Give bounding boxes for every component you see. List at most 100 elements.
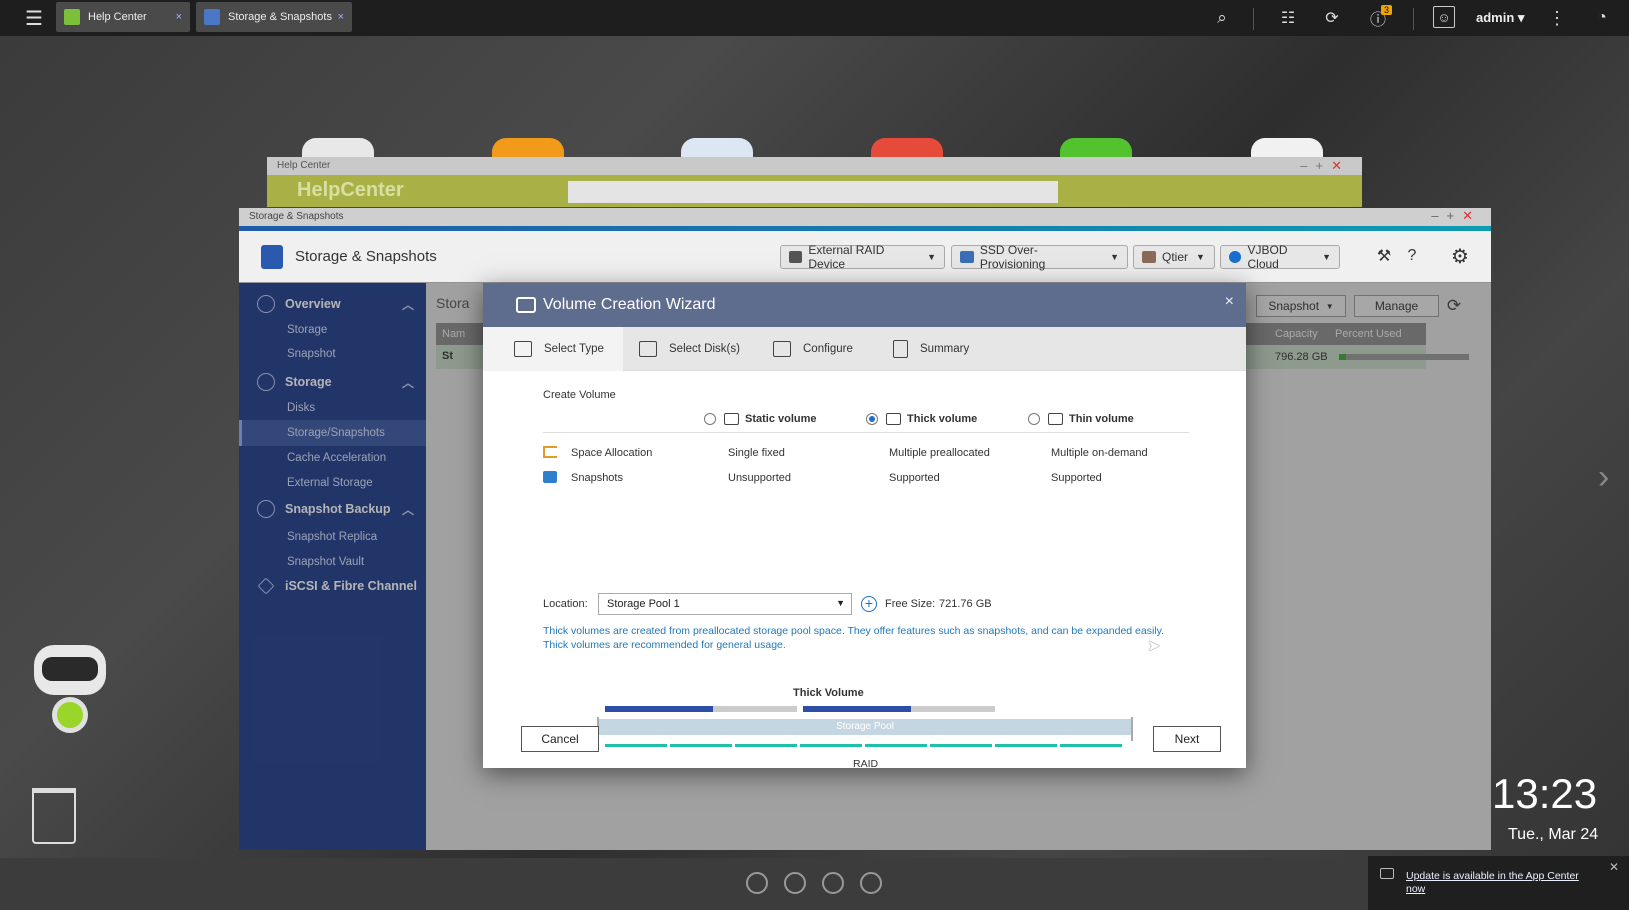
step-summary: Summary xyxy=(893,327,969,371)
list-icon xyxy=(514,341,532,357)
configure-icon xyxy=(773,341,791,357)
step-label: Select Disk(s) xyxy=(669,343,740,355)
window-controls[interactable]: –+✕ xyxy=(1431,208,1481,224)
add-pool-icon[interactable]: + xyxy=(861,596,877,612)
feature-label: Snapshots xyxy=(571,472,623,484)
radio-static[interactable] xyxy=(704,412,716,425)
feature-value: Single fixed xyxy=(728,447,785,459)
volume-icon xyxy=(516,297,536,313)
cloud-icon xyxy=(1229,251,1242,263)
divider xyxy=(543,432,1189,433)
volume-creation-wizard: Volume Creation Wizard × Select Type Sel… xyxy=(483,283,1246,770)
pool-bracket-right xyxy=(1131,717,1133,741)
radio-thick[interactable] xyxy=(866,412,878,425)
feature-value: Multiple preallocated xyxy=(889,447,990,459)
chevron-down-icon: ▼ xyxy=(836,598,845,608)
window-controls[interactable]: –+✕ xyxy=(1300,158,1350,174)
dock-app-icon[interactable] xyxy=(860,872,882,894)
feature-value: Supported xyxy=(889,472,940,484)
vjbod-cloud-dropdown[interactable]: VJBOD Cloud ▼ xyxy=(1220,243,1340,271)
window-title: Help Center xyxy=(277,160,331,171)
close-tab-icon[interactable]: × xyxy=(338,11,344,23)
option-label: Thick volume xyxy=(907,412,978,425)
static-volume-option[interactable]: Static volume xyxy=(704,411,817,425)
qtier-dropdown[interactable]: Qtier ▼ xyxy=(1133,245,1215,269)
search-icon[interactable]: ⌕ xyxy=(1210,6,1234,30)
assistant-robot-icon[interactable] xyxy=(34,645,106,695)
feature-value: Supported xyxy=(1051,472,1102,484)
divider xyxy=(1253,8,1254,30)
robot-body-icon xyxy=(52,697,88,733)
close-icon[interactable]: × xyxy=(1225,293,1234,311)
help-icon[interactable]: ? xyxy=(1401,245,1423,267)
free-size-value: 721.76 GB xyxy=(939,598,992,610)
app-toolbar: Storage & Snapshots External RAID Device… xyxy=(239,231,1491,283)
settings-gear-icon[interactable]: ⚙ xyxy=(1447,243,1473,269)
tasks-icon[interactable]: ☷ xyxy=(1276,6,1300,30)
radio-thin[interactable] xyxy=(1028,412,1040,425)
window-header: Storage & Snapshots –+✕ xyxy=(239,208,1491,226)
feature-label: Space Allocation xyxy=(571,447,653,459)
user-menu[interactable]: admin ▾ xyxy=(1476,10,1524,26)
window-title: Storage & Snapshots xyxy=(249,211,344,222)
wizard-title: Volume Creation Wizard xyxy=(543,296,716,313)
step-select-disks: Select Disk(s) xyxy=(639,327,740,371)
close-tab-icon[interactable]: × xyxy=(176,11,182,23)
external-raid-dropdown[interactable]: External RAID Device ▼ xyxy=(780,243,945,271)
help-center-app-icon xyxy=(64,9,80,25)
next-button[interactable]: Next xyxy=(1153,726,1221,752)
cancel-button[interactable]: Cancel xyxy=(521,726,599,752)
snapshot-icon xyxy=(543,471,557,483)
wizard-steps: Select Type Select Disk(s) Configure Sum… xyxy=(483,327,1246,371)
step-label: Summary xyxy=(920,343,970,355)
free-size-label: Free Size: xyxy=(885,598,936,610)
dashboard-icon[interactable]: ◔ xyxy=(1588,6,1616,30)
divider xyxy=(1413,8,1414,30)
diagram-title: Thick Volume xyxy=(793,687,864,699)
step-select-type: Select Type xyxy=(483,327,623,371)
location-label: Location: xyxy=(543,598,588,610)
ssd-icon xyxy=(960,251,974,263)
step-label: Select Type xyxy=(544,343,604,355)
dropdown-label: VJBOD Cloud xyxy=(1247,243,1288,271)
user-icon[interactable]: ☺ xyxy=(1433,6,1455,28)
storage-pool-bar: Storage Pool xyxy=(599,719,1131,735)
tab-storage-snapshots[interactable]: Storage & Snapshots × xyxy=(196,2,352,32)
main-menu-icon[interactable]: ☰ xyxy=(22,6,46,30)
raid-icon xyxy=(789,251,803,263)
thin-volume-option[interactable]: Thin volume xyxy=(1028,411,1134,425)
tab-help-center[interactable]: Help Center × xyxy=(56,2,190,32)
update-link[interactable]: Update is available in the App Center no… xyxy=(1406,870,1596,896)
app-title: Storage & Snapshots xyxy=(295,248,437,265)
dropdown-label: SSD Over-Provisioning xyxy=(979,243,1046,271)
robot-face xyxy=(42,657,98,681)
step-label: Configure xyxy=(803,343,853,355)
next-page-arrow-icon[interactable]: › xyxy=(1598,458,1609,497)
raid-disks-bar xyxy=(605,744,1125,747)
select-value: Storage Pool 1 xyxy=(607,598,680,610)
more-options-icon[interactable]: ⋮ xyxy=(1545,6,1569,30)
qtier-icon xyxy=(1142,251,1156,263)
top-taskbar: ☰ Help Center × Storage & Snapshots × ⌕ … xyxy=(0,0,1629,36)
trash-icon[interactable] xyxy=(32,788,76,844)
storage-app-icon xyxy=(261,245,283,269)
volume-icon xyxy=(886,412,901,425)
step-configure: Configure xyxy=(773,327,853,371)
tools-icon[interactable]: ⚒ xyxy=(1373,245,1395,267)
help-search-input[interactable] xyxy=(568,181,1058,203)
dock-app-icon[interactable] xyxy=(822,872,844,894)
summary-icon xyxy=(893,340,908,358)
dock-app-icon[interactable] xyxy=(746,872,768,894)
space-allocation-icon xyxy=(543,446,557,458)
desktop-clock: 13:23 xyxy=(1492,770,1598,817)
message-icon xyxy=(1380,868,1394,879)
tab-label: Storage & Snapshots xyxy=(228,11,332,23)
dock-app-icon[interactable] xyxy=(784,872,806,894)
window-header: Help Center –+✕ xyxy=(267,157,1362,175)
raid-label: RAID xyxy=(853,758,879,770)
thick-volume-option[interactable]: Thick volume xyxy=(866,411,977,425)
location-select[interactable]: Storage Pool 1 ▼ xyxy=(598,593,852,615)
sync-icon[interactable]: ⟳ xyxy=(1320,6,1344,30)
close-notification-icon[interactable]: ✕ xyxy=(1609,860,1619,874)
ssd-overprovisioning-dropdown[interactable]: SSD Over-Provisioning ▼ xyxy=(951,243,1128,271)
